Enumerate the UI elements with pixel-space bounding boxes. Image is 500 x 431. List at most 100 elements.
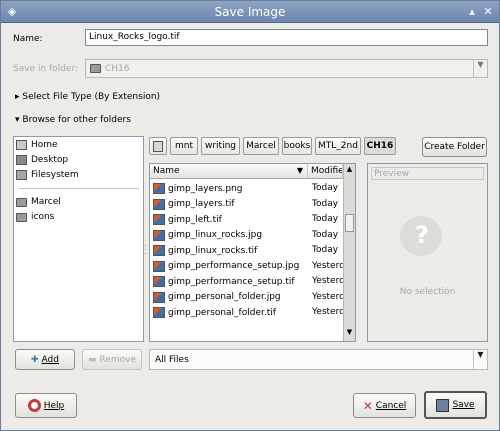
add-button[interactable]: ✚ Add xyxy=(15,349,75,370)
remove-button-label: Remove xyxy=(99,354,137,365)
folder-icon xyxy=(16,212,27,222)
file-modified: Yesterday xyxy=(312,307,343,317)
plus-icon: ✚ xyxy=(31,354,39,365)
file-modified: Today xyxy=(312,245,339,255)
sort-arrow-icon: ▼ xyxy=(296,166,303,175)
titlebar[interactable]: ◈ Save Image ▴ ✕ xyxy=(1,1,499,23)
file-type-expander[interactable]: ▸ Select File Type (By Extension) xyxy=(15,92,160,102)
remove-button[interactable]: ▬ Remove xyxy=(82,349,142,370)
file-row[interactable]: gimp_personal_folder.tif Yesterday xyxy=(150,305,343,320)
help-button[interactable]: Help xyxy=(15,393,77,418)
image-file-icon xyxy=(153,229,165,241)
file-name-cell: gimp_linux_rocks.tif xyxy=(153,245,257,256)
path-button-writing[interactable]: writing xyxy=(201,137,240,155)
create-folder-button[interactable]: Create Folder xyxy=(422,137,487,157)
file-row[interactable]: gimp_left.tif Today xyxy=(150,212,343,227)
path-toggle-button[interactable] xyxy=(149,137,167,155)
path-button-ch16[interactable]: CH16 xyxy=(364,137,396,155)
file-modified: Yesterday xyxy=(312,291,343,302)
file-modified: Today xyxy=(312,198,339,209)
file-modified: Today xyxy=(312,229,339,240)
file-row[interactable]: gimp_performance_setup.tif Yesterday xyxy=(150,274,343,289)
path-button-mtl-2nd[interactable]: MTL_2nd xyxy=(315,137,361,155)
preview-header: Preview xyxy=(371,167,484,180)
image-file-icon xyxy=(153,307,165,318)
help-icon xyxy=(27,399,41,412)
file-filter-value: All Files xyxy=(155,355,189,365)
cancel-button[interactable]: ✕ Cancel xyxy=(353,393,416,418)
image-file-icon xyxy=(153,245,165,256)
save-in-folder-value: CH16 xyxy=(105,64,130,74)
file-name: gimp_layers.tif xyxy=(168,199,235,209)
image-file-icon xyxy=(153,276,165,287)
bookmark-label: Marcel xyxy=(31,197,61,207)
image-file-icon xyxy=(153,291,165,303)
help-button-label: Help xyxy=(43,400,65,411)
file-name-cell: gimp_left.tif xyxy=(153,214,222,225)
image-file-icon xyxy=(153,198,165,210)
edit-path-icon xyxy=(153,140,163,152)
window-title: Save Image xyxy=(214,5,286,19)
folder-icon xyxy=(16,197,27,207)
scroll-up-icon[interactable]: ▲ xyxy=(345,165,354,175)
place-item-desktop[interactable]: Desktop xyxy=(16,153,68,167)
file-row[interactable]: gimp_layers.tif Today xyxy=(150,197,343,212)
file-modified: Yesterday xyxy=(312,260,343,271)
chevron-down-icon: ▼ xyxy=(473,60,487,77)
scrollbar-thumb[interactable] xyxy=(345,214,354,232)
shade-icon[interactable]: ▴ xyxy=(465,5,479,19)
place-item-filesystem[interactable]: Filesystem xyxy=(16,168,79,182)
expander-collapsed-icon: ▸ xyxy=(15,92,20,102)
file-name-cell: gimp_layers.tif xyxy=(153,198,235,210)
save-icon xyxy=(436,398,450,412)
file-name: gimp_performance_setup.jpg xyxy=(168,261,300,271)
file-name: gimp_performance_setup.tif xyxy=(168,276,295,287)
image-file-icon xyxy=(153,183,165,194)
file-filter-combo[interactable]: All Files ▼ xyxy=(149,349,488,370)
modified-column-header[interactable]: Modified xyxy=(308,164,343,179)
browse-expander[interactable]: ▾ Browse for other folders xyxy=(15,115,131,125)
no-selection-label: No selection xyxy=(399,287,456,297)
file-name-cell: gimp_performance_setup.jpg xyxy=(153,260,300,272)
pane-resize-handle[interactable]: · · · xyxy=(144,243,147,258)
chevron-down-icon: ▼ xyxy=(473,350,487,369)
file-row[interactable]: gimp_personal_folder.jpg Yesterday xyxy=(150,290,343,305)
places-panel: Home Desktop Filesystem Marcel icons xyxy=(13,136,144,342)
save-button[interactable]: Save xyxy=(424,391,487,419)
file-list: Name ▼ Modified gimp_layers.pngTodaygimp… xyxy=(149,163,356,342)
scroll-down-icon[interactable]: ▼ xyxy=(345,328,354,338)
file-modified: Today xyxy=(312,214,339,224)
minus-icon: ▬ xyxy=(87,354,97,365)
file-row[interactable]: gimp_linux_rocks.tif Today xyxy=(150,243,343,258)
name-field[interactable]: Linux_Rocks_logo.tif xyxy=(85,29,488,46)
path-button-books[interactable]: books xyxy=(282,137,312,155)
bookmark-item-marcel[interactable]: Marcel xyxy=(16,195,61,209)
image-file-icon xyxy=(153,214,165,225)
file-list-scrollbar[interactable]: ▲ ▼ xyxy=(343,164,355,341)
file-modified: Today xyxy=(312,183,339,193)
bookmark-item-icons[interactable]: icons xyxy=(16,210,54,224)
home-icon xyxy=(16,140,27,150)
name-label: Name: xyxy=(13,34,43,44)
bookmark-label: icons xyxy=(31,212,55,222)
places-divider xyxy=(18,188,139,189)
file-row[interactable]: gimp_layers.png Today xyxy=(150,181,343,196)
name-column-header[interactable]: Name ▼ xyxy=(150,164,308,179)
place-item-home[interactable]: Home xyxy=(16,138,58,152)
file-row[interactable]: gimp_linux_rocks.jpg Today xyxy=(150,228,343,243)
save-in-folder-combo[interactable]: CH16 ▼ xyxy=(85,59,488,78)
preview-panel: Preview ? No selection xyxy=(367,163,488,342)
place-label: Filesystem xyxy=(31,170,79,180)
file-name: gimp_linux_rocks.tif xyxy=(168,245,258,256)
path-button-mnt[interactable]: mnt xyxy=(170,137,198,155)
browse-expander-label: Browse for other folders xyxy=(22,115,131,125)
close-icon[interactable]: ✕ xyxy=(481,5,495,19)
file-name-cell: gimp_linux_rocks.jpg xyxy=(153,229,262,241)
image-file-icon xyxy=(153,260,165,272)
cancel-icon: ✕ xyxy=(362,398,373,413)
file-name-cell: gimp_performance_setup.tif xyxy=(153,276,295,287)
file-row[interactable]: gimp_performance_setup.jpg Yesterday xyxy=(150,259,343,274)
place-label: Desktop xyxy=(31,155,69,165)
path-button-marcel[interactable]: Marcel xyxy=(243,137,279,155)
add-button-label: Add xyxy=(41,354,59,365)
